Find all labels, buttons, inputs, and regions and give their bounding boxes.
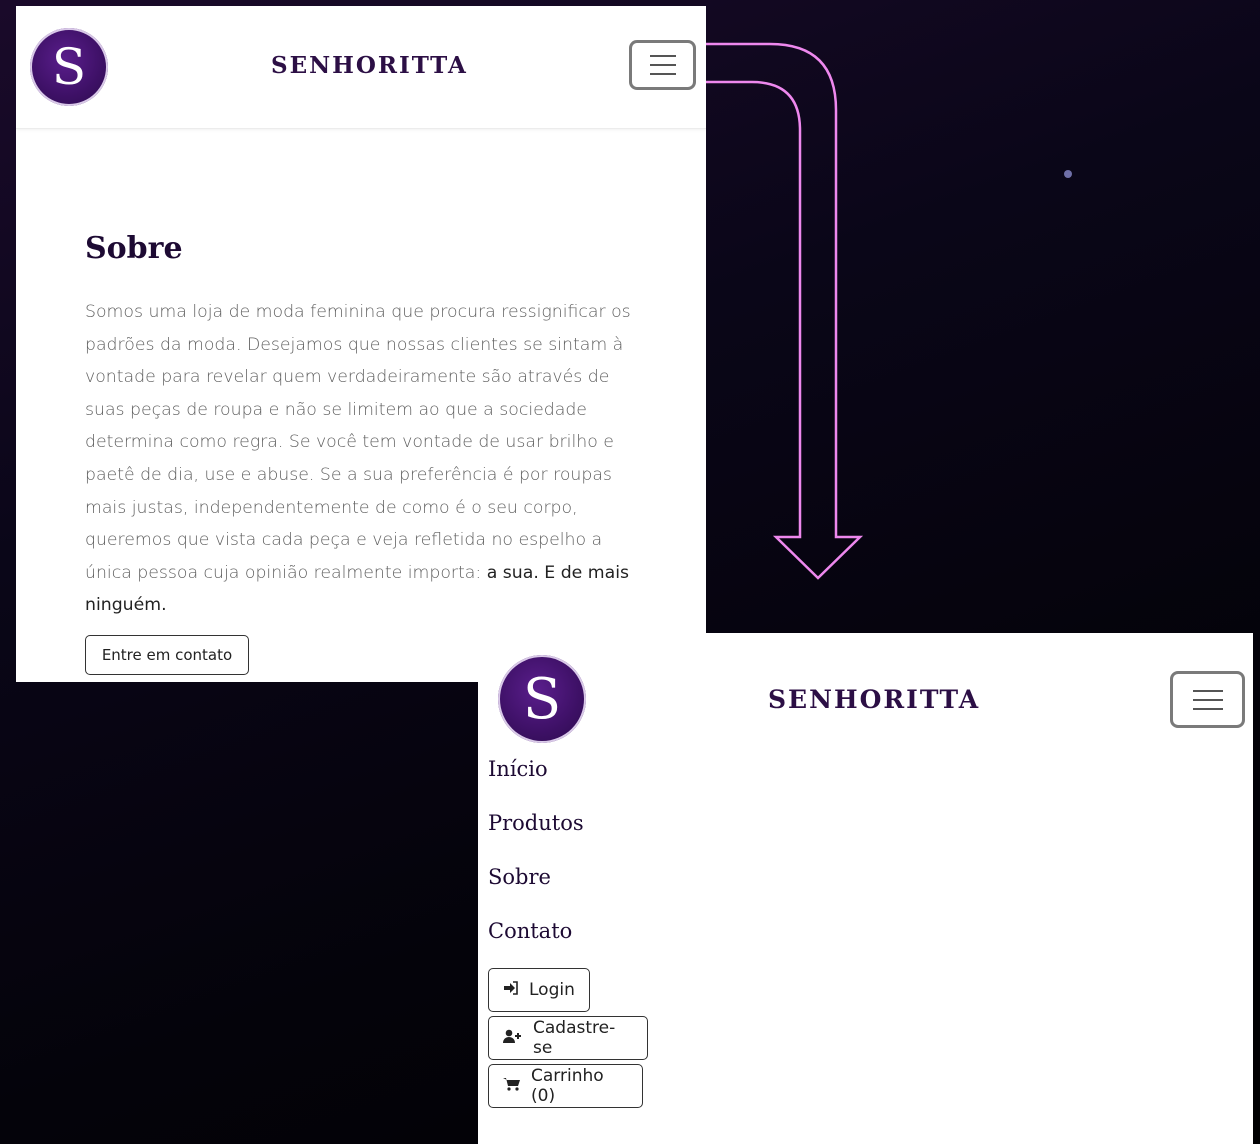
arrow-outline	[706, 42, 864, 580]
annotation-arrow	[706, 42, 864, 580]
